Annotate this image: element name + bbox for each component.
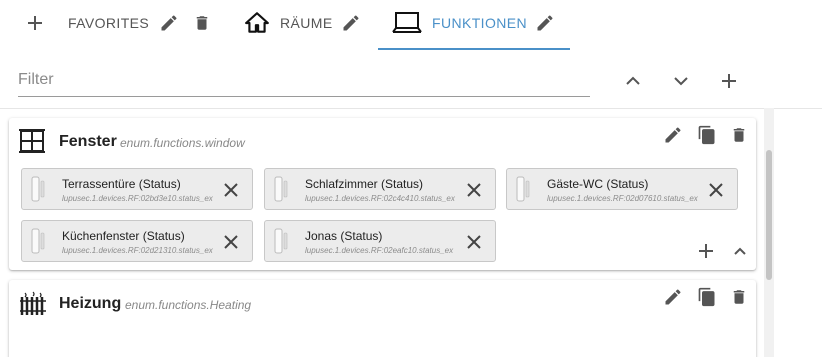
enum-member-chip[interactable]: Jonas (Status) lupusec.1.devices.RF:02ea… [264, 220, 496, 262]
enum-card-heizung: Heizung enum.functions.Heating [9, 280, 756, 357]
pencil-icon[interactable] [159, 13, 179, 33]
chevron-up-icon [733, 247, 747, 256]
pencil-icon[interactable] [535, 13, 555, 33]
chevron-up-icon[interactable] [620, 68, 646, 94]
card-subtitle: enum.functions.Heating [125, 298, 252, 312]
tab-funktionen[interactable]: FUNKTIONEN [392, 0, 555, 46]
divider [0, 108, 822, 109]
pencil-icon[interactable] [341, 13, 361, 33]
member-id: lupusec.1.devices.RF:02d21310.status_ex [62, 246, 213, 255]
door-contact-icon [274, 175, 288, 203]
filter-input[interactable] [18, 66, 590, 94]
member-name: Küchenfenster (Status) [62, 229, 185, 243]
door-contact-icon [516, 175, 530, 203]
collapse-button[interactable] [729, 240, 751, 262]
active-tab-indicator [378, 48, 570, 50]
member-id: lupusec.1.devices.RF:02c4c410.status_ex [305, 194, 455, 203]
tab-favorites[interactable]: FAVORITES [22, 0, 211, 46]
member-name: Terrassentüre (Status) [62, 177, 181, 191]
member-name: Schlafzimmer (Status) [305, 177, 424, 191]
plus-icon[interactable] [22, 15, 48, 31]
add-member-button[interactable] [695, 240, 717, 262]
tab-bar: FAVORITES RÄUME FUNKTIONEN [0, 0, 822, 52]
enum-member-chip[interactable]: Terrassentüre (Status) lupusec.1.devices… [21, 168, 253, 210]
copy-icon[interactable] [695, 285, 719, 309]
chevron-down-icon[interactable] [668, 68, 694, 94]
window-icon [17, 126, 47, 156]
door-contact-icon [31, 227, 45, 255]
door-contact-icon [31, 175, 45, 203]
trash-icon[interactable] [193, 13, 211, 33]
card-title: Fenster [59, 133, 117, 150]
enum-member-chip[interactable]: Schlafzimmer (Status) lupusec.1.devices.… [264, 168, 496, 210]
close-icon[interactable] [220, 231, 242, 253]
tab-favorites-label: FAVORITES [68, 15, 150, 31]
member-id: lupusec.1.devices.RF:02eafc10.status_ex [305, 246, 454, 255]
close-icon[interactable] [220, 179, 242, 201]
trash-icon[interactable] [727, 285, 751, 309]
card-subtitle: enum.functions.window [120, 136, 245, 150]
close-icon[interactable] [463, 231, 485, 253]
radiator-icon [17, 290, 49, 320]
filter-field[interactable] [18, 66, 590, 97]
enum-member-chip[interactable]: Gäste-WC (Status) lupusec.1.devices.RF:0… [506, 168, 738, 210]
close-icon[interactable] [705, 179, 727, 201]
enum-member-chip[interactable]: Küchenfenster (Status) lupusec.1.devices… [21, 220, 253, 262]
pencil-icon[interactable] [661, 285, 685, 309]
copy-icon[interactable] [695, 123, 719, 147]
pencil-icon[interactable] [661, 123, 685, 147]
home-icon [244, 10, 270, 36]
member-id: lupusec.1.devices.RF:02bd3e10.status_ex [62, 194, 213, 203]
add-enum-button[interactable] [716, 68, 742, 94]
card-title: Heizung [59, 295, 122, 312]
plus-icon [721, 73, 737, 89]
member-name: Jonas (Status) [305, 229, 383, 243]
trash-icon[interactable] [727, 123, 751, 147]
tab-raeume-label: RÄUME [280, 15, 333, 31]
close-icon[interactable] [463, 179, 485, 201]
member-name: Gäste-WC (Status) [547, 177, 649, 191]
enum-card-fenster: Fenster enum.functions.window Terrassent… [9, 118, 756, 270]
enum-editor: FAVORITES RÄUME FUNKTIONEN Filter Fenste… [0, 0, 822, 357]
door-contact-icon [274, 227, 288, 255]
scrollbar-thumb[interactable] [766, 150, 772, 280]
tab-raeume[interactable]: RÄUME [244, 0, 361, 46]
plus-icon [698, 243, 714, 259]
member-id: lupusec.1.devices.RF:02d07610.status_ex [547, 194, 698, 203]
tab-funktionen-label: FUNKTIONEN [432, 15, 527, 31]
laptop-icon [392, 11, 422, 35]
